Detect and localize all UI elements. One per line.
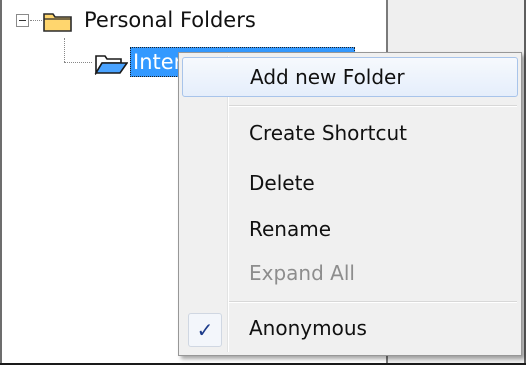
menu-item-label: Add new Folder: [250, 65, 405, 89]
menu-item-expand-all[interactable]: Expand All: [182, 253, 518, 293]
screenshot-stage: Personal Folders Inter Add new Folder Cr…: [0, 0, 526, 365]
menu-separator: [229, 105, 517, 107]
tree-connector: [30, 20, 42, 21]
menu-separator: [229, 301, 517, 303]
menu-item-label: Create Shortcut: [249, 121, 407, 145]
tree-node-inter[interactable]: Inter: [133, 48, 183, 76]
menu-item-label: Rename: [249, 217, 332, 241]
menu-item-rename[interactable]: Rename: [182, 209, 518, 249]
menu-item-delete[interactable]: Delete: [182, 163, 518, 203]
tree-connector-vertical: [64, 38, 65, 62]
menu-item-label: Delete: [249, 171, 315, 195]
menu-item-create-shortcut[interactable]: Create Shortcut: [182, 113, 518, 153]
menu-item-add-new-folder[interactable]: Add new Folder: [182, 57, 518, 97]
checkmark-icon: ✓: [188, 313, 222, 347]
collapse-minus-icon[interactable]: [16, 14, 29, 27]
folder-open-icon: [94, 55, 128, 75]
menu-item-label: Expand All: [249, 261, 355, 285]
menu-item-anonymous[interactable]: ✓ Anonymous: [182, 308, 518, 348]
context-menu: Add new Folder Create Shortcut Delete Re…: [178, 52, 522, 356]
tree-node-personal-folders[interactable]: Personal Folders: [84, 6, 256, 34]
folder-closed-icon: [43, 13, 72, 32]
tree-connector-child: [64, 62, 92, 63]
menu-item-label: Anonymous: [249, 316, 367, 340]
